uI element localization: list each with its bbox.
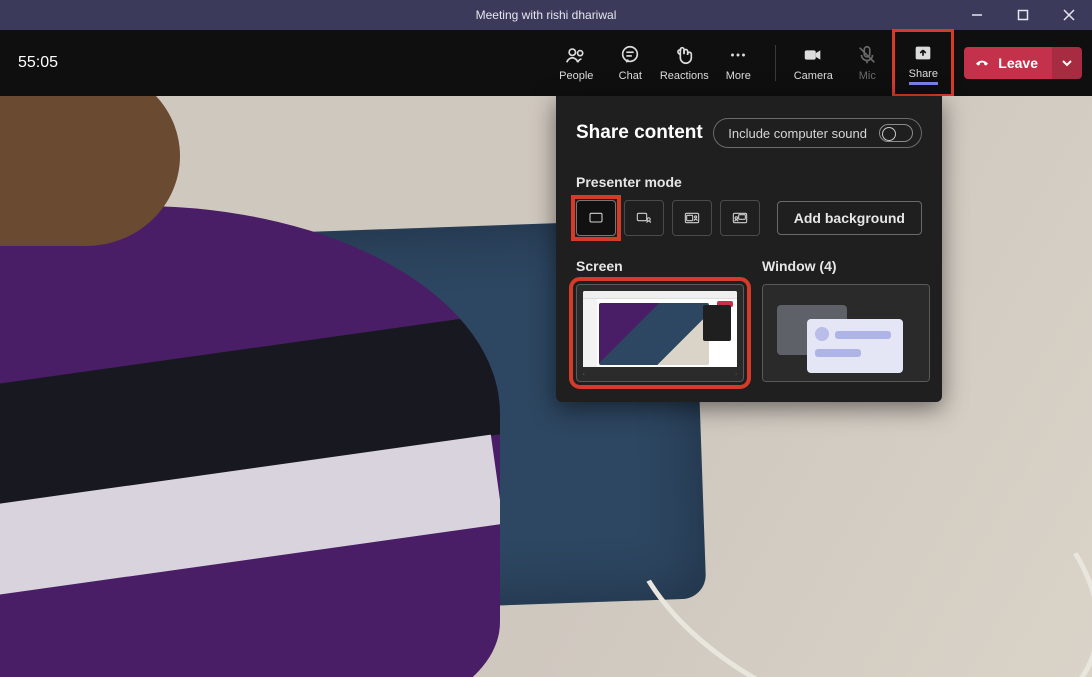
people-icon	[565, 44, 587, 66]
reactions-label: Reactions	[660, 70, 709, 82]
camera-label: Camera	[794, 70, 833, 82]
share-icon	[912, 42, 934, 64]
add-background-button[interactable]: Add background	[777, 201, 922, 235]
windows-icon	[763, 285, 929, 381]
presenter-mode-reporter[interactable]	[720, 200, 760, 236]
share-content-panel: Share content Include computer sound Pre…	[556, 96, 942, 402]
screen-section-label: Screen	[576, 258, 744, 274]
maximize-button[interactable]	[1000, 0, 1046, 30]
toolbar-separator	[775, 45, 776, 81]
video-person	[0, 96, 520, 677]
presenter-mode-side-by-side[interactable]	[672, 200, 712, 236]
include-sound-toggle[interactable]: Include computer sound	[713, 118, 922, 148]
leave-group: Leave	[964, 47, 1082, 79]
close-button[interactable]	[1046, 0, 1092, 30]
chat-button[interactable]: Chat	[603, 35, 657, 91]
chat-label: Chat	[619, 70, 642, 82]
chevron-down-icon	[1061, 57, 1073, 69]
presenter-mode-content-only[interactable]	[576, 200, 616, 236]
more-button[interactable]: More	[711, 35, 765, 91]
window-section-label: Window (4)	[762, 258, 930, 274]
presenter-mode-row: Add background	[576, 200, 922, 236]
leave-options-button[interactable]	[1052, 47, 1082, 79]
mic-button[interactable]: Mic	[840, 35, 894, 91]
call-timer: 55:05	[10, 54, 58, 72]
mic-muted-icon	[856, 44, 878, 66]
share-button-wrap: Share	[894, 31, 952, 95]
toggle-switch	[879, 124, 913, 142]
people-button[interactable]: People	[549, 35, 603, 91]
leave-label: Leave	[998, 55, 1038, 71]
include-sound-label: Include computer sound	[728, 126, 867, 141]
camera-icon	[802, 44, 824, 66]
more-label: More	[726, 70, 751, 82]
reactions-icon	[673, 44, 695, 66]
reactions-button[interactable]: Reactions	[657, 35, 711, 91]
share-button[interactable]: Share	[896, 35, 950, 91]
leave-button[interactable]: Leave	[964, 47, 1052, 79]
screen-thumbnail	[583, 291, 737, 375]
more-icon	[727, 44, 749, 66]
hangup-icon	[974, 55, 990, 71]
camera-button[interactable]: Camera	[786, 35, 840, 91]
presenter-mode-label: Presenter mode	[576, 174, 922, 190]
mic-label: Mic	[859, 70, 876, 82]
minimize-button[interactable]	[954, 0, 1000, 30]
window-title: Meeting with rishi dhariwal	[476, 8, 617, 22]
share-label: Share	[909, 68, 938, 85]
presenter-mode-standout[interactable]	[624, 200, 664, 236]
people-label: People	[559, 70, 593, 82]
share-panel-title: Share content	[576, 122, 703, 144]
screen-share-option[interactable]	[576, 284, 744, 382]
window-controls	[954, 0, 1092, 30]
chat-icon	[619, 44, 641, 66]
titlebar: Meeting with rishi dhariwal	[0, 0, 1092, 30]
window-share-option[interactable]	[762, 284, 930, 382]
meeting-toolbar: 55:05 People Chat Reactions More	[0, 30, 1092, 96]
